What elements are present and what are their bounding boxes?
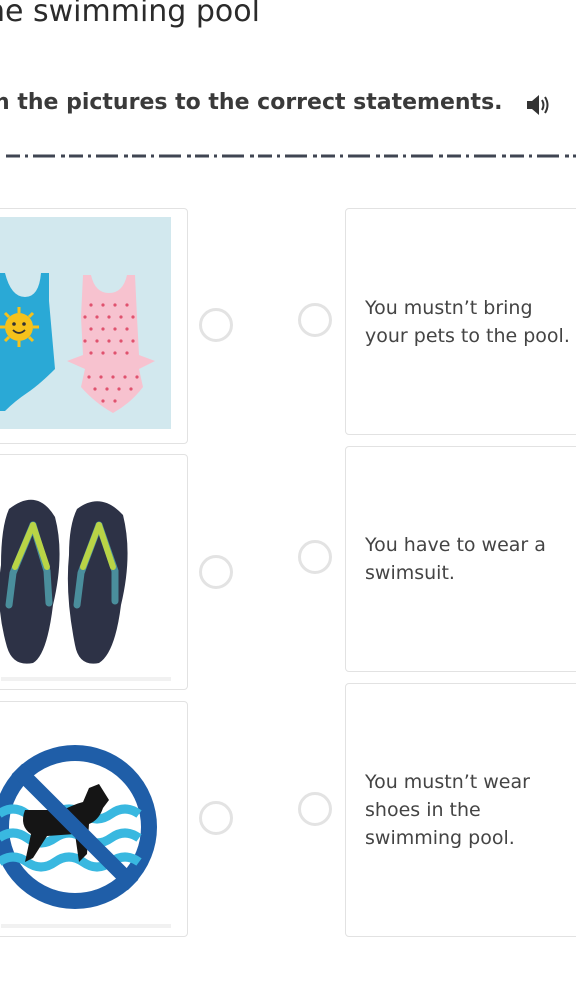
statement-text: You mustn’t wear shoes in the swimming p… — [365, 771, 530, 849]
picture-card-no-dogs — [0, 701, 188, 937]
swimsuits-image — [0, 217, 171, 429]
statement-card-2: You have to wear a swimsuit. — [345, 446, 576, 672]
statement-card-1: You mustn’t bring your pets to the pool. — [345, 208, 576, 435]
no-dogs-sign-image — [0, 745, 171, 928]
statement-card-3: You mustn’t wear shoes in the swimming p… — [345, 683, 576, 937]
picture-radio-2[interactable] — [199, 555, 233, 589]
picture-card-flip-flops — [0, 454, 188, 690]
statement-radio-2[interactable] — [298, 540, 332, 574]
instruction-text: h the pictures to the correct statements… — [0, 90, 503, 115]
statement-radio-3[interactable] — [298, 792, 332, 826]
statement-text: You have to wear a swimsuit. — [365, 534, 546, 584]
picture-radio-3[interactable] — [199, 801, 233, 835]
picture-radio-1[interactable] — [199, 308, 233, 342]
statement-radio-1[interactable] — [298, 303, 332, 337]
page-title: he swimming pool — [0, 0, 260, 29]
statement-text: You mustn’t bring your pets to the pool. — [365, 296, 570, 347]
picture-card-swimsuits — [0, 208, 188, 444]
speaker-icon[interactable] — [524, 92, 552, 118]
dashed-divider — [0, 153, 576, 159]
flip-flops-image — [0, 499, 171, 681]
